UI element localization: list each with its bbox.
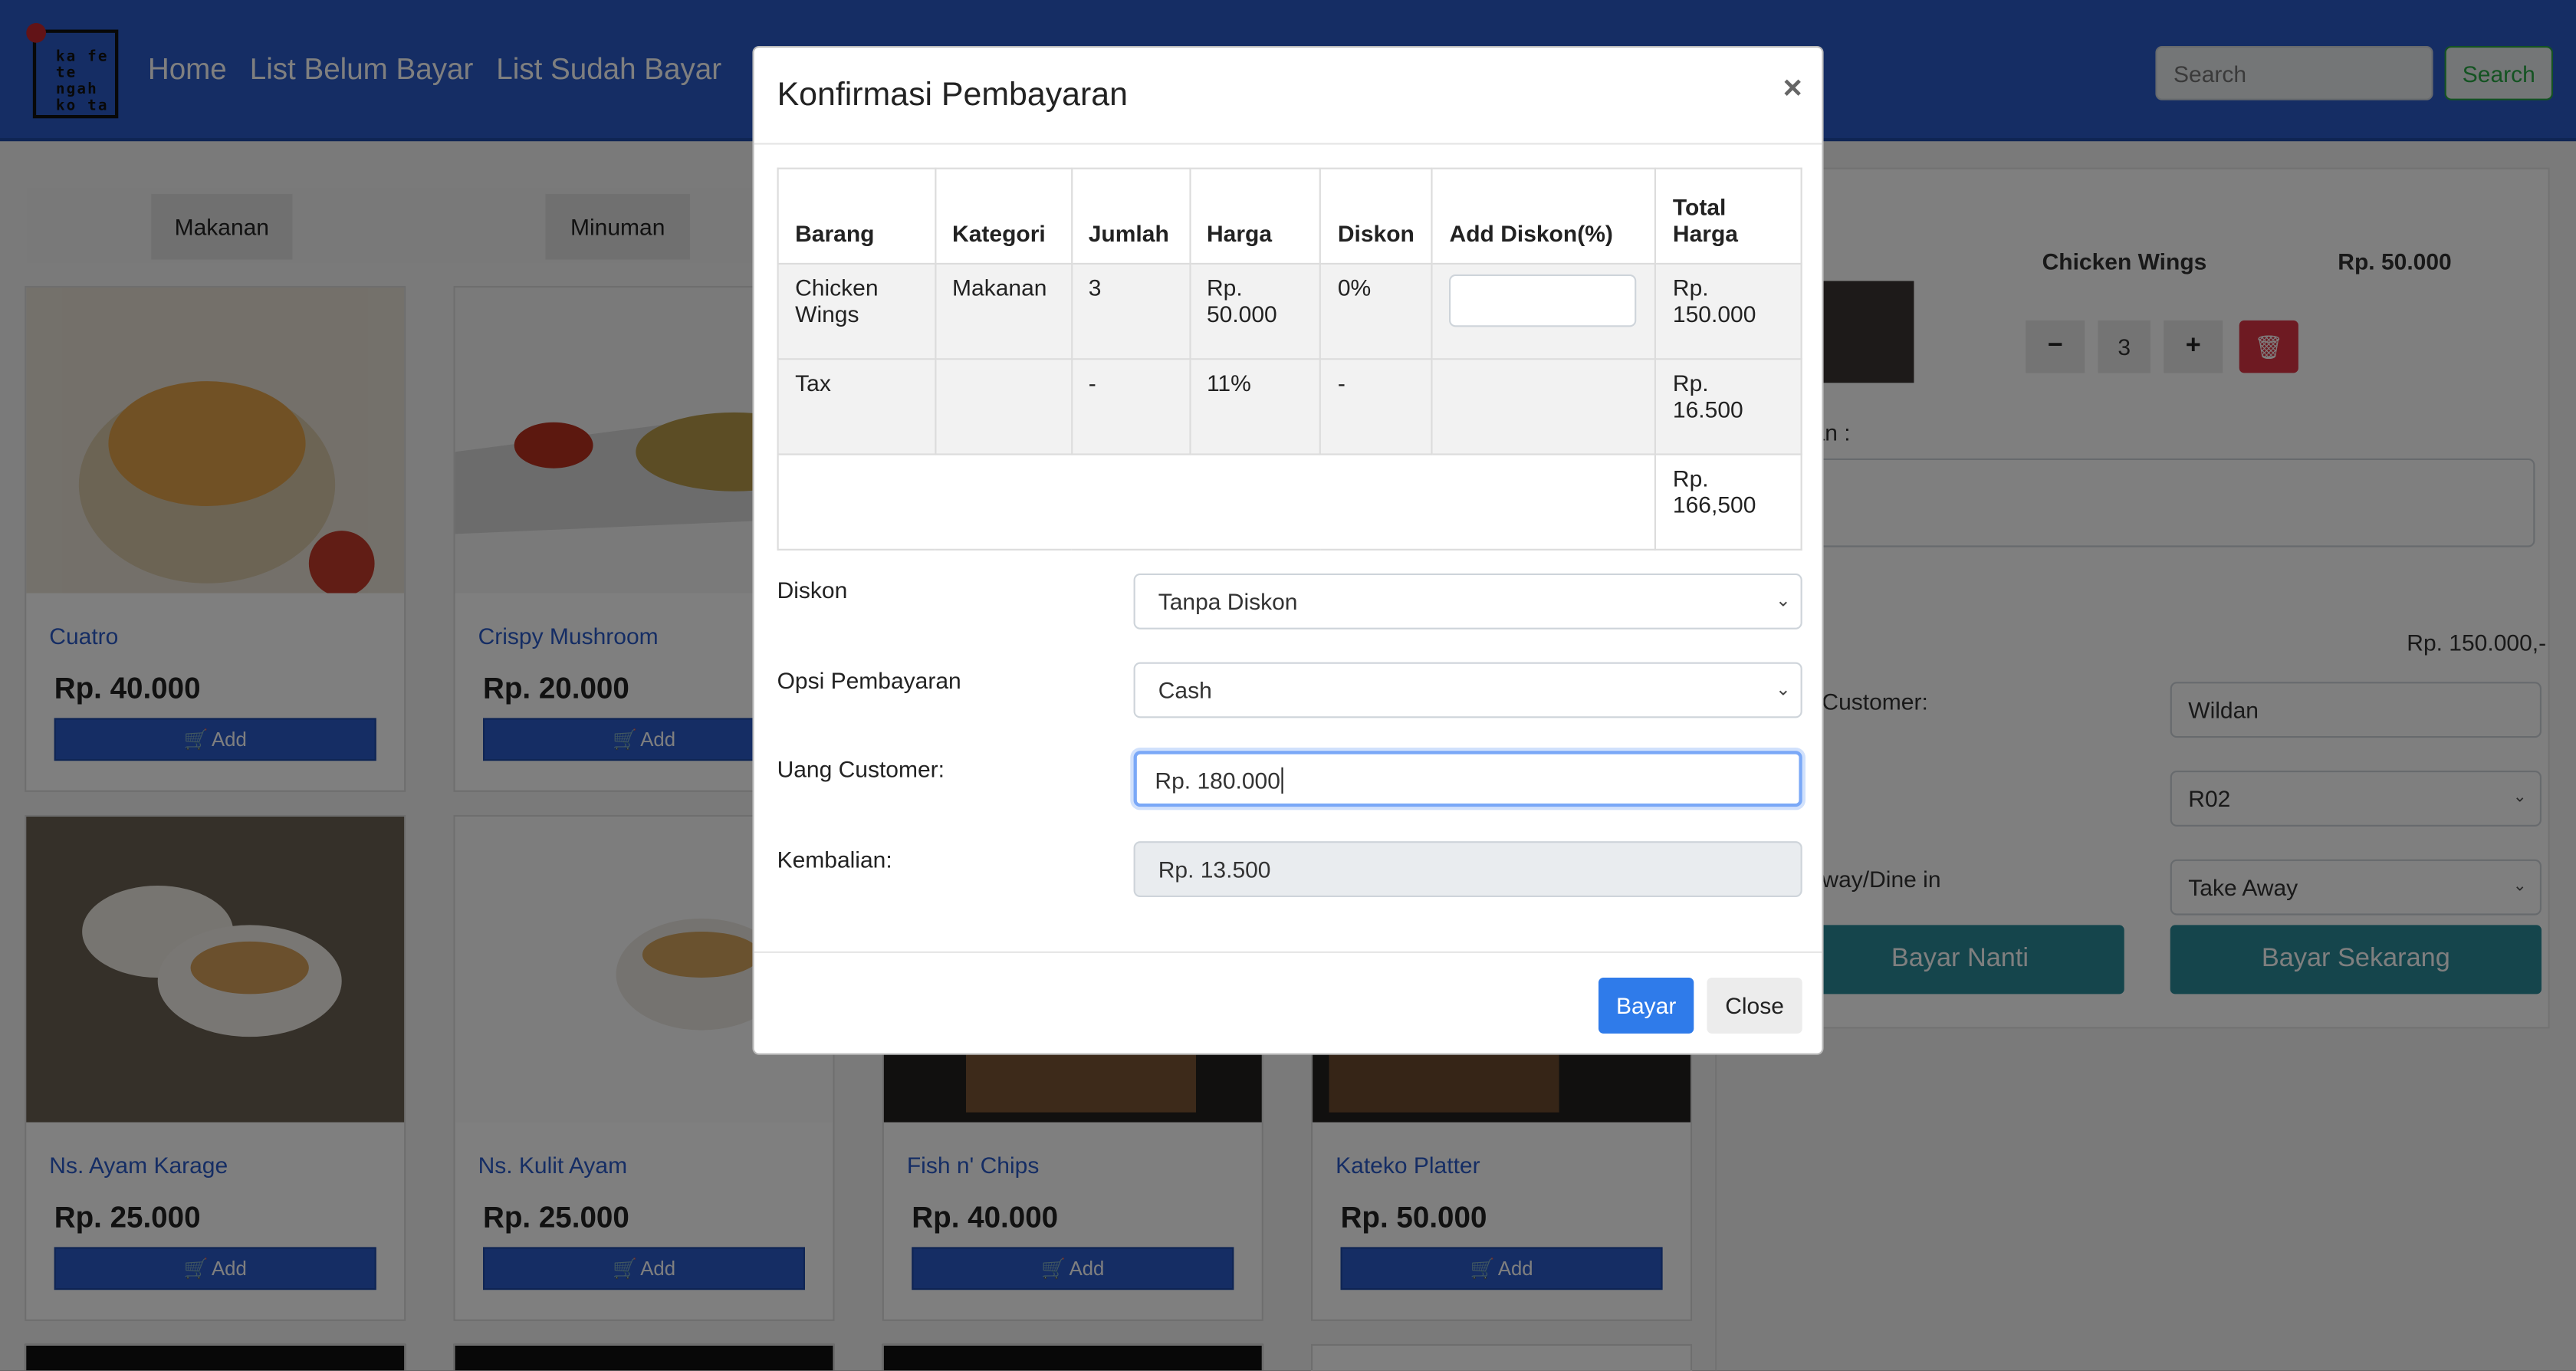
payment-option-value: Cash [1158,676,1212,704]
close-icon[interactable]: × [1783,71,1802,108]
change-label: Kembalian: [777,846,892,873]
table-cell: - [1319,358,1434,455]
discount-select[interactable]: Tanpa Diskon ⌄ [1133,573,1802,630]
change-value: Rp. 13.500 [1158,856,1271,883]
app-root: ka fe te ngah ko ta Home List Belum Baya… [0,0,2576,1371]
table-cell: 11% [1188,358,1322,455]
close-button[interactable]: Close [1707,978,1802,1034]
table-row-total: Rp. 166,500 [777,453,1802,551]
table-header: Diskon [1319,167,1434,265]
divider [754,951,1822,953]
payment-option-label: Opsi Pembayaran [777,667,961,694]
table-cell [934,358,1073,455]
discount-select-value: Tanpa Diskon [1158,588,1298,615]
payment-option-select[interactable]: Cash ⌄ [1133,662,1802,718]
pay-button[interactable]: Bayar [1598,978,1694,1034]
table-cell: Rp. 50.000 [1188,262,1322,360]
table-cell [1431,358,1657,455]
table-cell [1431,262,1657,360]
table-cell: Rp. 16.500 [1654,358,1802,455]
payment-confirmation-modal: Konfirmasi Pembayaran × Barang Kategori … [752,46,1824,1055]
table-row: Chicken Wings Makanan 3 Rp. 50.000 0% Rp… [777,262,1802,360]
table-cell: 0% [1319,262,1434,360]
chevron-down-icon: ⌄ [1775,591,1791,612]
table-cell: 3 [1070,262,1191,360]
grand-total-cell: Rp. 166,500 [1654,453,1802,551]
chevron-down-icon: ⌄ [1775,680,1791,700]
add-discount-input[interactable] [1449,274,1637,327]
table-header: Barang [777,167,936,265]
table-cell: Tax [777,358,936,455]
change-field: Rp. 13.500 [1133,841,1802,898]
table-header: Total Harga [1654,167,1802,265]
table-header: Jumlah [1070,167,1191,265]
table-cell: Chicken Wings [777,262,936,360]
table-header-row: Barang Kategori Jumlah Harga Diskon Add … [777,167,1802,265]
table-cell: Rp. 150.000 [1654,262,1802,360]
table-cell [777,453,1657,551]
table-cell: Makanan [934,262,1073,360]
table-header: Add Diskon(%) [1431,167,1657,265]
order-summary-table: Barang Kategori Jumlah Harga Diskon Add … [777,167,1802,551]
table-header: Kategori [934,167,1073,265]
customer-money-input[interactable]: Rp. 180.000 [1133,751,1802,807]
modal-title: Konfirmasi Pembayaran [777,77,1128,113]
text-cursor [1282,767,1284,794]
divider [754,143,1822,145]
customer-money-value: Rp. 180.000 [1155,767,1280,794]
discount-label: Diskon [777,577,848,603]
table-row: Tax - 11% - Rp. 16.500 [777,358,1802,455]
customer-money-label: Uang Customer: [777,755,945,783]
table-header: Harga [1188,167,1322,265]
table-cell: - [1070,358,1191,455]
